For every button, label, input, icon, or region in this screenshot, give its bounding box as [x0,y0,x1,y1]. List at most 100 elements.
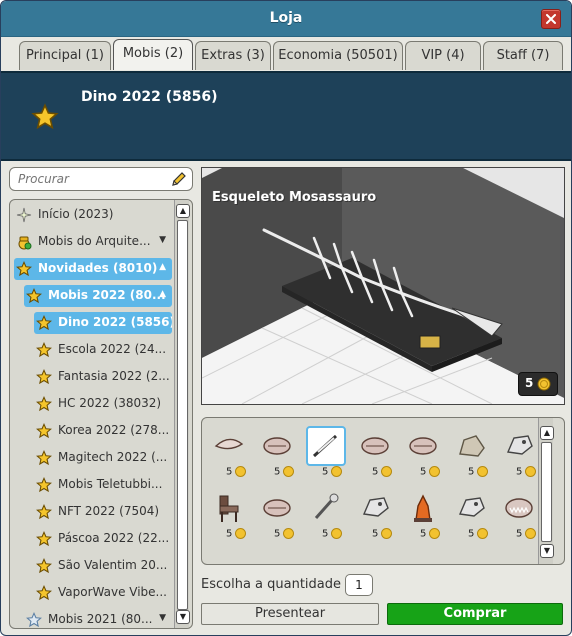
scroll-down-button[interactable]: ▼ [176,610,190,624]
category-header: Dino 2022 (5856) [1,71,571,161]
price-value: 5 [525,376,534,390]
star-icon [16,261,32,277]
title-bar[interactable]: Loja [1,1,571,37]
chevron-down-icon[interactable]: ▼ [159,235,166,245]
chevron-up-icon[interactable]: ▲ [159,289,166,299]
grid-item-price: 5 [274,466,295,478]
tree-item-label: Mobis 2021 (80... [48,612,153,626]
grid-item[interactable] [356,488,394,526]
scroll-thumb[interactable] [177,220,188,610]
tree-scrollbar[interactable]: ▲ ▼ [174,200,190,628]
tree-item-korea-2022[interactable]: Korea 2022 (278... [36,420,172,442]
coin-icon [477,528,489,539]
close-button[interactable] [541,9,561,29]
tree-item-escola-2022[interactable]: Escola 2022 (24... [36,339,172,361]
tab-vip[interactable]: VIP (4) [405,41,481,70]
tab-economia[interactable]: Economia (50501) [273,41,403,70]
grid-scrollbar[interactable]: ▲ ▼ [538,418,554,564]
coin-icon [235,466,247,477]
price-badge: 5 [518,372,558,396]
skull-fossil-icon [506,435,533,455]
coin-icon [381,466,393,477]
star-icon [36,585,52,601]
category-tree: Início (2023) Mobis do Arquite... ▼ Novi… [9,199,193,629]
pencil-icon[interactable] [170,170,188,188]
grid-item-price: 5 [322,466,343,478]
grid-item[interactable] [258,426,296,464]
quantity-input[interactable]: 1 [345,574,373,596]
grid-item[interactable] [306,488,344,526]
grid-item[interactable] [500,426,538,464]
tree-item-fantasia-2022[interactable]: Fantasia 2022 (2... [36,366,172,388]
grid-item-price: 5 [468,466,489,478]
ribcage-fossil-icon [263,499,291,517]
grid-item-price: 5 [468,528,489,540]
tree-item-inicio[interactable]: Início (2023) [16,204,172,226]
tree-item-label: Dino 2022 (5856) [58,315,172,329]
grid-item[interactable] [356,426,394,464]
tree-item-sao-valentim[interactable]: São Valentim 20... [36,555,172,577]
grid-item[interactable] [210,426,248,464]
tree-item-mobis-2022[interactable]: Mobis 2022 (80... ▲ [24,285,172,307]
tree-item-label: São Valentim 20... [58,558,168,572]
coin-icon [429,466,441,477]
coin-icon [525,466,537,477]
tab-mobis[interactable]: Mobis (2) [113,39,193,70]
grid-item-price: 5 [372,466,393,478]
tree-item-dino-2022[interactable]: Dino 2022 (5856) [34,312,172,334]
tree-item-mobis-teletubbies[interactable]: Mobis Teletubbi... [36,474,172,496]
chevron-up-icon[interactable]: ▲ [159,262,166,272]
grid-item[interactable] [404,488,442,526]
star-icon [36,450,52,466]
grid-item[interactable] [452,426,490,464]
coin-icon [525,528,537,539]
tree-item-hc-2022[interactable]: HC 2022 (38032) [36,393,172,415]
tab-principal[interactable]: Principal (1) [19,41,111,70]
buy-button[interactable]: Comprar [387,603,563,625]
scroll-thumb[interactable] [541,442,552,542]
chevron-down-icon[interactable]: ▼ [159,613,166,623]
scroll-down-button[interactable]: ▼ [540,544,554,558]
tree-item-vaporwave[interactable]: VaporWave Vibe... [36,582,172,604]
grid-item[interactable] [258,488,296,526]
tree-item-magitech-2022[interactable]: Magitech 2022 (... [36,447,172,469]
search-input[interactable] [18,171,166,187]
grid-item[interactable] [210,488,248,526]
skull-fossil-icon [458,497,485,517]
coin-icon [331,528,343,539]
tab-staff[interactable]: Staff (7) [483,41,563,70]
star-icon [36,396,52,412]
tree-item-mobis-arquiteto[interactable]: Mobis do Arquite... ▼ [16,231,172,253]
grid-item[interactable] [404,426,442,464]
coin-icon [477,466,489,477]
star-icon [36,558,52,574]
skull-fossil-icon [362,497,389,517]
star-icon [36,342,52,358]
gift-button[interactable]: Presentear [201,603,379,625]
tree-item-nft-2022[interactable]: NFT 2022 (7504) [36,501,172,523]
tree-item-mobis-2021[interactable]: Mobis 2021 (80... ▼ [26,609,172,628]
item-preview: Esqueleto Mosassauro 5 [201,167,565,405]
grid-item-selected[interactable] [306,426,346,466]
scroll-up-button[interactable]: ▲ [176,204,190,218]
star-icon [36,423,52,439]
grid-item-price: 5 [420,528,441,540]
tree-item-label: Mobis Teletubbi... [58,477,163,491]
tree-item-pascoa-2022[interactable]: Páscoa 2022 (22... [36,528,172,550]
scroll-up-button[interactable]: ▲ [540,426,554,440]
search-box[interactable] [9,167,193,191]
tree-item-label: Magitech 2022 (... [58,450,168,464]
tree-item-label: Korea 2022 (278... [58,423,170,437]
grid-item[interactable] [500,488,538,526]
tab-strip: Principal (1) Mobis (2) Extras (3) Econo… [1,37,571,71]
grid-item[interactable] [452,488,490,526]
grid-item-price: 5 [420,466,441,478]
tab-extras[interactable]: Extras (3) [195,41,271,70]
tree-item-label: Mobis do Arquite... [38,234,151,248]
close-icon [546,14,556,24]
tree-item-novidades[interactable]: Novidades (8010) ▲ [14,258,172,280]
star-icon [36,369,52,385]
builder-icon [18,236,32,250]
grid-item-price: 5 [516,528,537,540]
ribcage-fossil-icon [409,437,437,455]
